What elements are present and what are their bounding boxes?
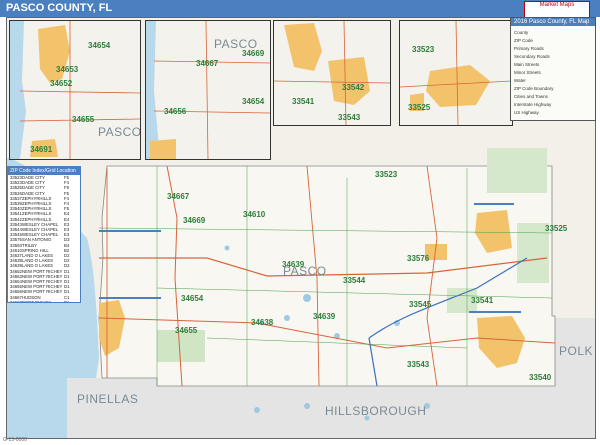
zip-index-title: ZIP Code Index/Grid Location (8, 167, 80, 175)
legend-item: Water (514, 78, 526, 83)
zip-code-cell: 34668 (10, 299, 22, 303)
zip-label: 33576 (407, 254, 430, 263)
zip-label: 33523 (375, 170, 398, 179)
zip-label: 33540 (529, 373, 552, 382)
zip-label: 34654 (88, 41, 111, 50)
zip-label: 34667 (167, 192, 190, 201)
legend-title: 2016 Pasco County, FL Map (511, 18, 595, 26)
zip-label: 34667 (196, 59, 219, 68)
main-map[interactable]: 34654 34653 34655 34652 34691 PASCO PASC… (6, 17, 596, 439)
zip-label: 34610 (243, 210, 266, 219)
zip-label: 33541 (292, 97, 315, 106)
region-label: HILLSBOROUGH (325, 404, 427, 418)
zip-label: 34655 (72, 115, 95, 124)
zip-index-body: 33523 DADE CITY F5 33523 DADE CITY F4 33525 DAD… (8, 175, 80, 303)
region-label: PASCO (98, 125, 141, 139)
zip-label: 34656 (164, 107, 187, 116)
zip-label: 33542 (342, 83, 365, 92)
city-cell: PORT RICHEY (22, 299, 52, 303)
legend-item: County (514, 30, 529, 35)
map-legend: 2016 Pasco County, FL Map County ZIP Cod… (510, 17, 596, 121)
title-bar: PASCO COUNTY, FL Market Maps (0, 0, 600, 18)
zip-label: 33543 (338, 113, 361, 122)
region-label: POLK (559, 344, 594, 358)
legend-item: ZIP Code Boundary (514, 86, 554, 91)
legend-item: Cities and Towns (514, 94, 548, 99)
region-label: PINELLAS (77, 392, 139, 406)
zip-label: 34639 (313, 312, 336, 321)
zip-label: 34652 (50, 79, 73, 88)
zip-label: 34669 (183, 216, 206, 225)
inset-map-1[interactable]: 34654 34653 34655 34652 34691 PASCO (9, 20, 141, 160)
zip-label: 33525 (408, 103, 431, 112)
zip-label: 34654 (181, 294, 204, 303)
legend-item: Primary Roads (514, 46, 544, 51)
legend-item: Main Streets (514, 62, 540, 67)
grid-cell: D1 (64, 299, 70, 303)
zip-label: 33543 (407, 360, 430, 369)
zip-label: 33544 (343, 276, 366, 285)
zip-label: 34691 (30, 145, 53, 154)
map-title: PASCO COUNTY, FL (6, 2, 113, 14)
zip-label: 34655 (175, 326, 198, 335)
zip-index-table: ZIP Code Index/Grid Location 33523 DADE C… (7, 166, 81, 303)
zip-label: 34669 (242, 49, 265, 58)
zip-label: 33541 (471, 296, 494, 305)
publisher-logo: Market Maps (524, 1, 590, 18)
zip-index-row: 34668 PORT RICHEY D1 (8, 299, 80, 303)
legend-item: Interstate Highway (514, 102, 552, 107)
inset-map-2[interactable]: PASCO 34667 34669 34654 34656 (145, 20, 271, 160)
inset-3-base (274, 21, 390, 125)
footer-code: G-15-0000 (3, 437, 27, 443)
zip-label: 33523 (412, 45, 435, 54)
zip-label: 34653 (56, 65, 79, 74)
legend-item: US Highway (514, 110, 539, 115)
zip-label: 34638 (251, 318, 274, 327)
legend-item: Minor Streets (514, 70, 541, 75)
region-label: PASCO (283, 264, 327, 278)
zip-label: 33525 (545, 224, 568, 233)
inset-map-3[interactable]: 33541 33542 33543 (273, 20, 391, 126)
legend-item: ZIP Code (514, 38, 533, 43)
zip-label: 33545 (409, 300, 432, 309)
zip-label: 34654 (242, 97, 265, 106)
legend-item: Secondary Roads (514, 54, 550, 59)
inset-map-4[interactable]: 33523 33525 (399, 20, 513, 126)
